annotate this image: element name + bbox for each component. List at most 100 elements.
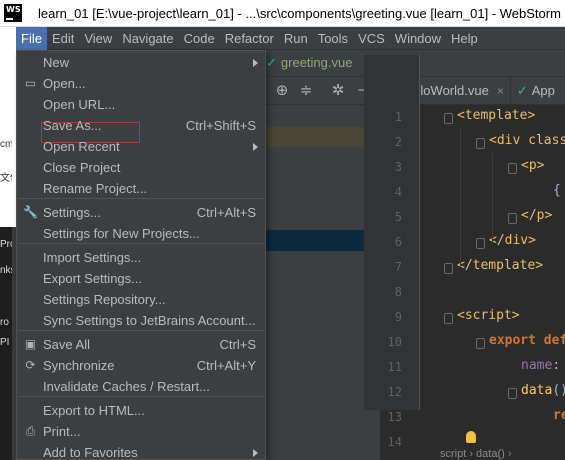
menu-view[interactable]: View (79, 27, 117, 50)
menu-file[interactable]: File (16, 26, 47, 50)
editor-gutter (364, 55, 420, 410)
code-line: data() (521, 383, 565, 398)
menu-item-print[interactable]: ⎙ Print... (17, 421, 265, 442)
menu-item-label: Close Project (43, 160, 121, 175)
menu-item-add-to-favorites[interactable]: Add to Favorites (17, 442, 265, 460)
indent-guide (492, 153, 493, 243)
submenu-arrow-icon (253, 59, 258, 67)
code-token: export def (489, 333, 565, 348)
fold-marker-icon[interactable] (444, 113, 453, 124)
fold-marker-icon[interactable] (444, 313, 453, 324)
submenu-arrow-icon (253, 143, 258, 151)
menu-item-close-project[interactable]: Close Project (17, 157, 265, 178)
menu-item-label: Sync Settings to JetBrains Account... (43, 313, 256, 328)
fold-marker-icon[interactable] (476, 238, 485, 249)
fold-marker-icon[interactable] (508, 388, 517, 399)
menu-item-label: Add to Favorites (43, 445, 138, 460)
breadcrumb-file[interactable]: ✓ greeting.vue (266, 55, 352, 71)
menu-item-import-settings[interactable]: Import Settings... (17, 247, 265, 268)
menu-item-new[interactable]: New (17, 52, 265, 73)
menu-item-save-as[interactable]: Save As... Ctrl+Shift+S (17, 115, 265, 136)
code-token: <div class (489, 133, 565, 148)
line-number: 5 (394, 210, 402, 224)
line-number: 14 (387, 435, 402, 449)
menu-refactor[interactable]: Refactor (220, 27, 279, 50)
strip-text: PI (0, 337, 10, 348)
vue-file-icon: ✓ (516, 83, 528, 98)
menu-item-label: Open... (43, 76, 86, 91)
menu-item-settings-for-new-projects[interactable]: Settings for New Projects... (17, 223, 265, 244)
menu-vcs[interactable]: VCS (353, 27, 390, 50)
strip-text: 文件 (0, 173, 12, 184)
code-token: </template> (457, 258, 544, 273)
menu-item-export-settings[interactable]: Export Settings... (17, 268, 265, 289)
tab-app[interactable]: ✓ App (511, 77, 561, 105)
menu-item-open-recent[interactable]: Open Recent (17, 136, 265, 157)
code-line: <p> (521, 158, 544, 173)
file-menu-dropdown: New ▭ Open... Open URL... Save As... Ctrl+Shi… (16, 50, 266, 460)
menu-item-label: Export to HTML... (43, 403, 145, 418)
menu-navigate[interactable]: Navigate (117, 27, 178, 50)
line-number: 6 (394, 235, 402, 249)
code-line: re (553, 408, 565, 423)
fold-marker-icon[interactable] (508, 163, 517, 174)
line-number: 4 (394, 185, 402, 199)
menu-item-shortcut: Ctrl+Shift+S (185, 118, 256, 133)
collapse-all-icon[interactable]: ≑ (296, 81, 316, 101)
menu-item-label: Export Settings... (43, 271, 142, 286)
fold-marker-icon[interactable] (508, 213, 517, 224)
menu-code[interactable]: Code (179, 27, 220, 50)
menu-bar: File Edit View Navigate Code Refactor Ru… (16, 26, 565, 50)
menu-item-label: Invalidate Caches / Restart... (43, 379, 210, 394)
lightbulb-icon[interactable] (466, 431, 476, 443)
breadcrumb-file-label: greeting.vue (280, 55, 353, 70)
menu-item-sync-settings-to-jetbrains-account[interactable]: Sync Settings to JetBrains Account... (17, 310, 265, 331)
code-line: name: (521, 358, 560, 373)
menu-item-open[interactable]: ▭ Open... (17, 73, 265, 94)
menu-help[interactable]: Help (446, 27, 483, 50)
submenu-arrow-icon (253, 449, 258, 457)
code-line: <script> (457, 308, 520, 323)
menu-item-export-to-html[interactable]: Export to HTML... (17, 400, 265, 421)
menu-item-settings-repository[interactable]: Settings Repository... (17, 289, 265, 310)
menu-item-open-url[interactable]: Open URL... (17, 94, 265, 115)
line-number: 8 (394, 285, 402, 299)
menu-item-save-all[interactable]: ▣ Save All Ctrl+S (17, 334, 265, 355)
menu-item-label: Open URL... (43, 97, 116, 112)
line-number: 2 (394, 135, 402, 149)
menu-item-invalidate-caches-restart[interactable]: Invalidate Caches / Restart... (17, 376, 265, 397)
line-number: 1 (394, 110, 402, 124)
menu-item-label: Settings for New Projects... (43, 226, 200, 241)
code-line: { (553, 183, 561, 198)
line-number: 11 (387, 360, 402, 374)
close-icon[interactable]: × (497, 84, 504, 98)
crosshair-icon[interactable]: ⊕ (272, 81, 292, 101)
fold-marker-icon[interactable] (444, 263, 453, 274)
menu-run[interactable]: Run (279, 27, 313, 50)
fold-marker-icon[interactable] (476, 138, 485, 149)
editor-breadcrumb[interactable]: script › data() › (440, 448, 565, 460)
menu-item-label: Open Recent (43, 139, 120, 154)
code-token: re (553, 408, 565, 423)
menu-item-settings[interactable]: 🔧 Settings... Ctrl+Alt+S (17, 202, 265, 223)
indent-guide (460, 128, 461, 268)
fold-marker-icon[interactable] (476, 338, 485, 349)
webstorm-logo-icon: WS (4, 4, 22, 22)
code-line: export def (489, 333, 565, 348)
menu-item-rename-project[interactable]: Rename Project... (17, 178, 265, 199)
line-number: 7 (394, 260, 402, 274)
gear-icon[interactable]: ✲ (328, 81, 348, 101)
project-toolbar: ⊕ ≑ ✲ − (266, 77, 380, 105)
menu-item-synchronize[interactable]: ⟳ Synchronize Ctrl+Alt+Y (17, 355, 265, 376)
menu-edit[interactable]: Edit (47, 27, 79, 50)
code-line: </p> (521, 208, 552, 223)
menu-tools[interactable]: Tools (313, 27, 353, 50)
code-token: : (552, 358, 561, 373)
folder-icon: ▭ (24, 76, 37, 90)
strip-text: cm (0, 139, 12, 150)
tree-row-selected (266, 230, 380, 251)
menu-item-label: Synchronize (43, 358, 115, 373)
menu-window[interactable]: Window (390, 27, 446, 50)
code-token: <script> (457, 308, 520, 323)
strip-text: Pro (0, 239, 12, 250)
